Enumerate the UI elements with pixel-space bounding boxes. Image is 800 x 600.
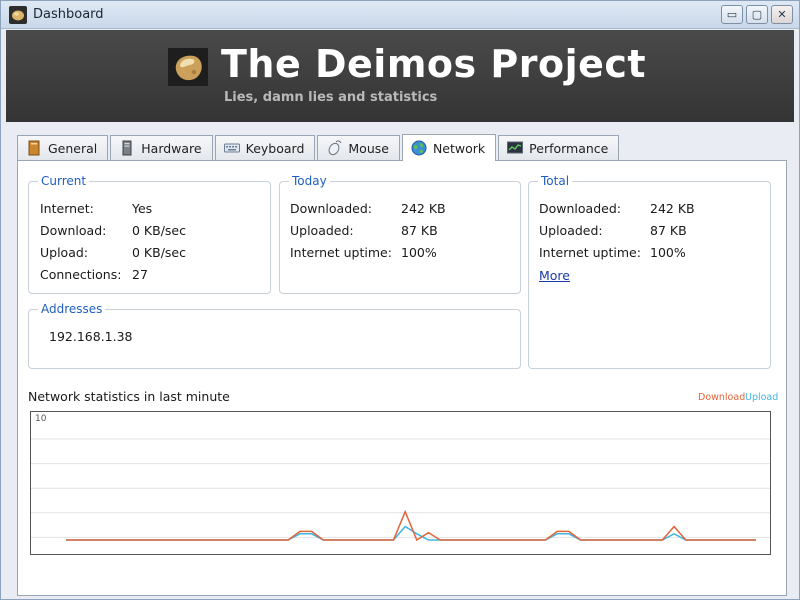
ip-address: 192.168.1.38 bbox=[49, 329, 133, 344]
globe-icon bbox=[411, 140, 427, 156]
network-panel: Current Internet: Yes Download: 0 KB/sec… bbox=[17, 160, 787, 596]
addresses-group: Addresses 192.168.1.38 bbox=[28, 302, 521, 369]
download-value: 0 KB/sec bbox=[132, 223, 186, 238]
current-group: Current Internet: Yes Download: 0 KB/sec… bbox=[28, 174, 271, 294]
group-title: Current bbox=[38, 174, 90, 188]
today-downloaded-value: 242 KB bbox=[401, 201, 446, 216]
chart-svg bbox=[31, 438, 770, 542]
download-series-line bbox=[66, 509, 756, 542]
deimos-moon-icon bbox=[168, 48, 208, 86]
minimize-button[interactable]: ▭ bbox=[721, 5, 743, 24]
more-link[interactable]: More bbox=[539, 268, 570, 283]
tab-label: Mouse bbox=[348, 140, 389, 156]
app-icon bbox=[9, 6, 27, 24]
total-downloaded-label: Downloaded: bbox=[539, 201, 621, 216]
tab-keyboard[interactable]: Keyboard bbox=[214, 135, 316, 160]
today-uploaded-value: 87 KB bbox=[401, 223, 438, 238]
tab-label: Hardware bbox=[141, 140, 202, 156]
connections-label: Connections: bbox=[40, 267, 122, 282]
today-uptime-label: Internet uptime: bbox=[290, 245, 392, 260]
keyboard-icon bbox=[223, 143, 240, 153]
performance-icon bbox=[507, 141, 524, 154]
maximize-button[interactable]: ▢ bbox=[746, 5, 768, 24]
tab-network[interactable]: Network bbox=[401, 134, 497, 161]
tab-performance[interactable]: Performance bbox=[498, 135, 620, 160]
hardware-icon bbox=[122, 140, 132, 156]
legend-upload: Upload bbox=[745, 392, 779, 403]
dashboard-window: Dashboard ▭ ▢ ✕ The Deimos Project Lies,… bbox=[0, 0, 800, 600]
tab-label: Keyboard bbox=[245, 140, 305, 156]
tab-label: General bbox=[48, 140, 98, 156]
group-title: Today bbox=[289, 174, 330, 188]
tab-bar: General Hardware Keyboard Mouse Network … bbox=[17, 134, 621, 161]
internet-value: Yes bbox=[132, 201, 153, 216]
today-group: Today Downloaded: 242 KB Uploaded: 87 KB… bbox=[279, 174, 521, 294]
upload-series-line bbox=[66, 525, 756, 541]
banner-title: The Deimos Project bbox=[221, 42, 647, 86]
tab-general[interactable]: General bbox=[17, 135, 109, 160]
today-uptime-value: 100% bbox=[401, 245, 437, 260]
connections-value: 27 bbox=[132, 267, 148, 282]
download-label: Download: bbox=[40, 223, 107, 238]
today-downloaded-label: Downloaded: bbox=[290, 201, 372, 216]
internet-label: Internet: bbox=[40, 201, 94, 216]
upload-value: 0 KB/sec bbox=[132, 245, 186, 260]
upload-label: Upload: bbox=[40, 245, 89, 260]
tab-mouse[interactable]: Mouse bbox=[317, 135, 400, 160]
tab-label: Network bbox=[432, 140, 486, 156]
window-title: Dashboard bbox=[33, 7, 104, 22]
title-bar[interactable]: Dashboard ▭ ▢ ✕ bbox=[1, 1, 799, 29]
network-chart: 10 bbox=[30, 411, 771, 555]
mouse-icon bbox=[328, 140, 342, 156]
total-group: Total Downloaded: 242 KB Uploaded: 87 KB… bbox=[528, 174, 771, 369]
close-button[interactable]: ✕ bbox=[771, 5, 793, 24]
banner: The Deimos Project Lies, damn lies and s… bbox=[6, 30, 794, 122]
general-icon bbox=[28, 140, 40, 156]
group-title: Total bbox=[538, 174, 573, 188]
banner-subtitle: Lies, damn lies and statistics bbox=[224, 90, 438, 105]
total-uploaded-value: 87 KB bbox=[650, 223, 687, 238]
chart-title: Network statistics in last minute bbox=[28, 389, 230, 404]
total-downloaded-value: 242 KB bbox=[650, 201, 695, 216]
group-title: Addresses bbox=[38, 302, 106, 316]
total-uploaded-label: Uploaded: bbox=[539, 223, 603, 238]
total-uptime-label: Internet uptime: bbox=[539, 245, 641, 260]
legend-download: Download bbox=[698, 392, 746, 403]
tab-hardware[interactable]: Hardware bbox=[110, 135, 213, 160]
tab-label: Performance bbox=[529, 140, 609, 156]
today-uploaded-label: Uploaded: bbox=[290, 223, 354, 238]
total-uptime-value: 100% bbox=[650, 245, 686, 260]
